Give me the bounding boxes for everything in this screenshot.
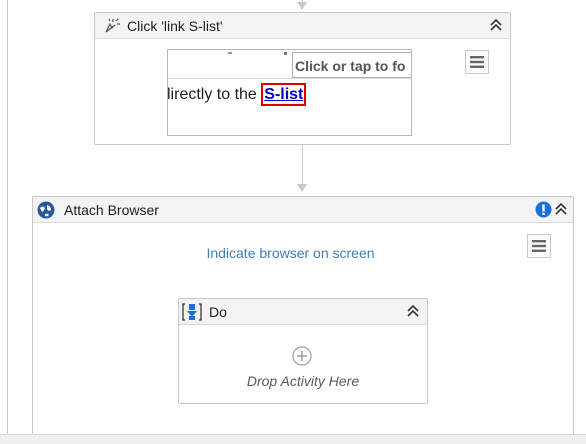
preview-text-line: lirectly to the S-list	[167, 83, 307, 106]
sequence-icon	[181, 302, 203, 322]
warning-exclamation-icon[interactable]	[535, 201, 552, 218]
hamburger-icon	[532, 240, 546, 252]
connector-line-middle	[302, 145, 303, 187]
connector-arrow-middle	[297, 184, 307, 192]
preview-artifact	[228, 52, 232, 54]
collapse-chevron-icon[interactable]	[553, 201, 569, 217]
preview-link: S-list	[264, 86, 304, 103]
preview-artifact	[284, 52, 287, 55]
preview-tooltip-text: Click or tap to fo	[295, 58, 406, 74]
hamburger-icon	[470, 56, 484, 68]
click-activity[interactable]: Click 'link S-list' Click or tap to fo l…	[94, 12, 511, 145]
do-sequence[interactable]: Do Drop Activity Here	[178, 298, 428, 404]
do-sequence-title: Do	[209, 303, 227, 320]
do-sequence-header[interactable]: Do	[179, 299, 427, 325]
click-activity-header[interactable]: Click 'link S-list'	[95, 13, 510, 39]
attach-browser-header[interactable]: Attach Browser	[33, 197, 573, 223]
drop-activity-hint: Drop Activity Here	[246, 373, 360, 389]
canvas-left-border	[7, 0, 8, 434]
preview-text: lirectly to the	[167, 86, 262, 103]
attach-browser-menu-button[interactable]	[527, 234, 551, 258]
click-target-preview: Click or tap to fo lirectly to the S-lis…	[167, 49, 412, 136]
collapse-chevron-icon[interactable]	[488, 17, 504, 33]
preview-tooltip: Click or tap to fo	[292, 52, 411, 78]
attach-browser-title: Attach Browser	[64, 201, 159, 218]
click-activity-title: Click 'link S-list'	[127, 17, 223, 34]
collapse-chevron-icon[interactable]	[405, 303, 421, 319]
browser-globe-icon	[36, 200, 56, 220]
click-pointer-icon	[101, 16, 121, 36]
connector-arrow-top	[297, 2, 307, 10]
preview-link-highlight: S-list	[261, 83, 307, 106]
click-activity-menu-button[interactable]	[465, 50, 489, 74]
attach-browser-activity[interactable]: Attach Browser Indicate browser on scree…	[32, 196, 574, 441]
indicate-browser-link[interactable]: Indicate browser on screen	[33, 245, 548, 261]
add-activity-plus-icon[interactable]	[292, 346, 312, 366]
preview-divider	[168, 78, 411, 79]
